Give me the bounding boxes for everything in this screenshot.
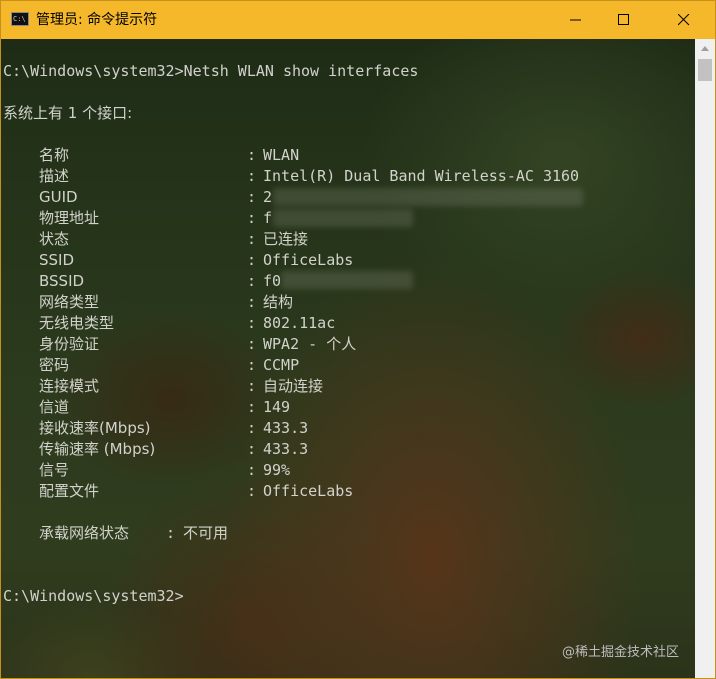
- field-label: SSID: [39, 251, 75, 269]
- minimize-icon: [570, 19, 581, 21]
- field-label: BSSID: [39, 272, 85, 290]
- field-colon: :: [247, 335, 257, 353]
- field-value: f0: [263, 272, 282, 290]
- field-colon: :: [247, 251, 257, 269]
- close-button[interactable]: [661, 1, 707, 39]
- field-value: Intel(R) Dual Band Wireless-AC 3160: [263, 167, 580, 185]
- field-value: 已连接: [263, 230, 309, 248]
- window-title: 管理员: 命令提示符: [36, 12, 158, 28]
- field-colon: :: [247, 398, 257, 416]
- field-colon: :: [247, 188, 257, 206]
- field-colon: :: [247, 293, 257, 311]
- command-prompt[interactable]: C:\Windows\system32>: [3, 586, 184, 606]
- watermark: @稀土掘金技术社区: [562, 645, 680, 660]
- field-colon: :: [247, 230, 257, 248]
- field-label: 描述: [39, 167, 70, 185]
- minimize-button[interactable]: [553, 1, 599, 39]
- redacted-mac: [273, 209, 413, 227]
- field-colon: :: [247, 461, 257, 479]
- field-label: 身份验证: [39, 335, 100, 353]
- console-output[interactable]: C:\Windows\system32>Netsh WLAN show inte…: [1, 39, 695, 678]
- field-label: 物理地址: [39, 209, 100, 227]
- field-colon: :: [247, 209, 257, 227]
- hosted-network-label: 承载网络状态: [39, 524, 130, 542]
- vertical-scrollbar[interactable]: [695, 39, 715, 678]
- field-value: 149: [263, 398, 291, 416]
- field-value: 433.3: [263, 440, 309, 458]
- field-value: CCMP: [263, 356, 300, 374]
- field-label: 密码: [39, 356, 70, 374]
- field-value: WPA2 - 个人: [263, 335, 357, 353]
- field-label: 连接模式: [39, 377, 100, 395]
- field-value: 802.11ac: [263, 314, 336, 332]
- field-label: 状态: [39, 230, 70, 248]
- field-colon: :: [247, 167, 257, 185]
- field-colon: :: [247, 272, 257, 290]
- field-value: WLAN: [263, 146, 300, 164]
- field-value: 433.3: [263, 419, 309, 437]
- redacted-guid: [273, 188, 583, 206]
- field-label: 无线电类型: [39, 314, 115, 332]
- title-bar[interactable]: C:\ 管理员: 命令提示符: [1, 1, 715, 39]
- field-value: 结构: [263, 293, 294, 311]
- field-label: 传输速率 (Mbps): [39, 440, 156, 458]
- field-value: 99%: [263, 461, 291, 479]
- interface-count-line: 系统上有 1 个接口:: [3, 104, 133, 122]
- cmd-app-icon[interactable]: C:\: [11, 12, 29, 26]
- field-value: f: [263, 209, 273, 227]
- field-value: 2: [263, 188, 273, 206]
- scroll-up-arrow-icon[interactable]: [695, 39, 715, 57]
- close-icon: [678, 14, 690, 26]
- field-colon: :: [247, 356, 257, 374]
- field-label: GUID: [39, 188, 78, 206]
- field-label: 网络类型: [39, 293, 100, 311]
- redacted-bssid: [281, 271, 413, 289]
- field-value: OfficeLabs: [263, 482, 354, 500]
- field-colon: :: [247, 377, 257, 395]
- field-colon: :: [247, 419, 257, 437]
- field-value: OfficeLabs: [263, 251, 354, 269]
- field-colon: :: [247, 440, 257, 458]
- field-label: 信号: [39, 461, 70, 479]
- field-colon: :: [247, 482, 257, 500]
- field-label: 名称: [39, 146, 70, 164]
- maximize-icon: [618, 14, 629, 25]
- hosted-network-value: 不可用: [183, 524, 229, 542]
- field-label: 接收速率(Mbps): [39, 419, 151, 437]
- field-value: 自动连接: [263, 377, 324, 395]
- command-line: C:\Windows\system32>Netsh WLAN show inte…: [3, 62, 419, 80]
- field-label: 信道: [39, 398, 70, 416]
- hosted-network-colon: :: [166, 524, 176, 542]
- field-colon: :: [247, 314, 257, 332]
- maximize-button[interactable]: [601, 1, 647, 39]
- command-prompt-window: C:\ 管理员: 命令提示符 C:\Windows\system32>Netsh…: [0, 0, 716, 679]
- field-colon: :: [247, 146, 257, 164]
- scroll-thumb[interactable]: [698, 59, 712, 81]
- field-label: 配置文件: [39, 482, 100, 500]
